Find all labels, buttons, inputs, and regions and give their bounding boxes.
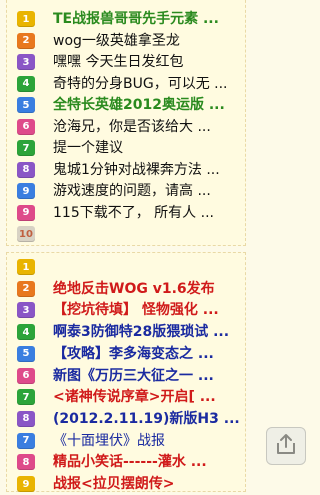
rank-badge: 6 (17, 367, 35, 384)
thread-row[interactable]: 2 绝地反击WOG v1.6发布 (7, 278, 243, 300)
thread-title: 新图《万历三大征之一 ... (53, 367, 214, 384)
thread-list-panel-1: 1 TE战报兽哥哥先手元素 ... 2 wog一级英雄拿圣龙 3 嘿嘿 今天生日发红包 4 奇… (6, 0, 246, 246)
rank-badge: 2 (17, 280, 35, 297)
rank-badge: 2 (17, 32, 35, 49)
thread-row[interactable]: 5 全特长英雄2012奥运版 ... (7, 94, 243, 116)
thread-title: 绝地反击WOG v1.6发布 (53, 280, 215, 297)
thread-row[interactable]: 4 啊泰3防御特28版猥琐试 ... (7, 321, 243, 343)
thread-row[interactable]: 7 <诸神传说序章>开启[ ... (7, 386, 243, 408)
thread-row[interactable]: 3 嘿嘿 今天生日发红包 (7, 51, 243, 73)
rank-badge: 9 (17, 204, 35, 221)
thread-row[interactable]: 3 【挖坑待填】 怪物强化 ... (7, 299, 243, 321)
rank-badge: 8 (17, 161, 35, 178)
thread-title: 全特长英雄2012奥运版 ... (53, 97, 225, 113)
thread-title: 嘿嘿 今天生日发红包 (53, 54, 184, 70)
thread-title: 《十面埋伏》战报 (53, 432, 165, 449)
rank-badge: 8 (17, 454, 35, 471)
share-button[interactable] (266, 427, 306, 465)
thread-title: <诸神传说序章>开启[ ... (53, 389, 216, 406)
rank-badge: 4 (17, 75, 35, 92)
rank-badge: 3 (17, 302, 35, 319)
thread-row[interactable]: 9 战报<拉贝摆朗传> (7, 473, 243, 495)
rank-badge: 4 (17, 324, 35, 341)
thread-row[interactable]: 8 (2012.2.11.19)新版H3 ... (7, 408, 243, 430)
thread-title: wog一级英雄拿圣龙 (53, 32, 180, 49)
rank-badge: 1 (17, 259, 35, 275)
rank-badge: 7 (17, 389, 35, 406)
thread-title: (2012.2.11.19)新版H3 ... (53, 410, 240, 427)
thread-title: 精品小笑话------灌水 ... (53, 454, 207, 471)
rank-badge: 9 (17, 183, 35, 199)
rank-badge: 3 (17, 54, 35, 70)
thread-row[interactable]: 8 精品小笑话------灌水 ... (7, 451, 243, 473)
thread-title: 提一个建议 (53, 140, 123, 156)
rank-badge: 9 (17, 476, 35, 492)
thread-row[interactable]: 6 沧海兄，你是否该给大 ... (7, 116, 243, 138)
thread-row[interactable]: 4 奇特的分身BUG，可以无 ... (7, 73, 243, 95)
rank-badge: 6 (17, 118, 35, 135)
thread-title: TE战报兽哥哥先手元素 ... (53, 11, 219, 27)
thread-row[interactable]: 6 新图《万历三大征之一 ... (7, 365, 243, 387)
rank-badge: 7 (17, 140, 35, 156)
thread-title: 奇特的分身BUG，可以无 ... (53, 75, 228, 92)
thread-title: 沧海兄，你是否该给大 ... (53, 118, 211, 135)
thread-row[interactable]: 2 wog一级英雄拿圣龙 (7, 30, 243, 52)
thread-title: 【挖坑待填】 怪物强化 ... (53, 302, 219, 319)
rank-badge: 5 (17, 97, 35, 113)
thread-title: 【攻略】李多海变态之 ... (53, 345, 214, 362)
thread-title: 115下载不了， 所有人 ... (53, 204, 214, 221)
thread-row[interactable]: 10 (7, 223, 243, 245)
thread-title: 战报<拉贝摆朗传> (53, 476, 175, 492)
thread-row[interactable]: 8 鬼城1分钟对战裸奔方法 ... (7, 159, 243, 181)
thread-row[interactable]: 9 游戏速度的问题，请高 ... (7, 180, 243, 202)
thread-title: 啊泰3防御特28版猥琐试 ... (53, 324, 230, 341)
share-icon (274, 433, 298, 459)
thread-title: 鬼城1分钟对战裸奔方法 ... (53, 161, 220, 178)
thread-row[interactable]: 9 115下载不了， 所有人 ... (7, 202, 243, 224)
rank-badge: 7 (17, 432, 35, 449)
thread-row[interactable]: 1 (7, 256, 243, 278)
rank-badge: 8 (17, 410, 35, 427)
thread-row[interactable]: 5 【攻略】李多海变态之 ... (7, 343, 243, 365)
rank-badge: 1 (17, 11, 35, 27)
thread-row[interactable]: 1 TE战报兽哥哥先手元素 ... (7, 8, 243, 30)
thread-title: 游戏速度的问题，请高 ... (53, 183, 211, 199)
rank-badge: 5 (17, 345, 35, 362)
thread-row[interactable]: 7 提一个建议 (7, 137, 243, 159)
thread-row[interactable]: 7 《十面埋伏》战报 (7, 430, 243, 452)
thread-list-panel-2: 1 2 绝地反击WOG v1.6发布 3 【挖坑待填】 怪物强化 ... 4 啊泰3防御特2… (6, 252, 246, 492)
rank-badge: 10 (17, 226, 35, 242)
